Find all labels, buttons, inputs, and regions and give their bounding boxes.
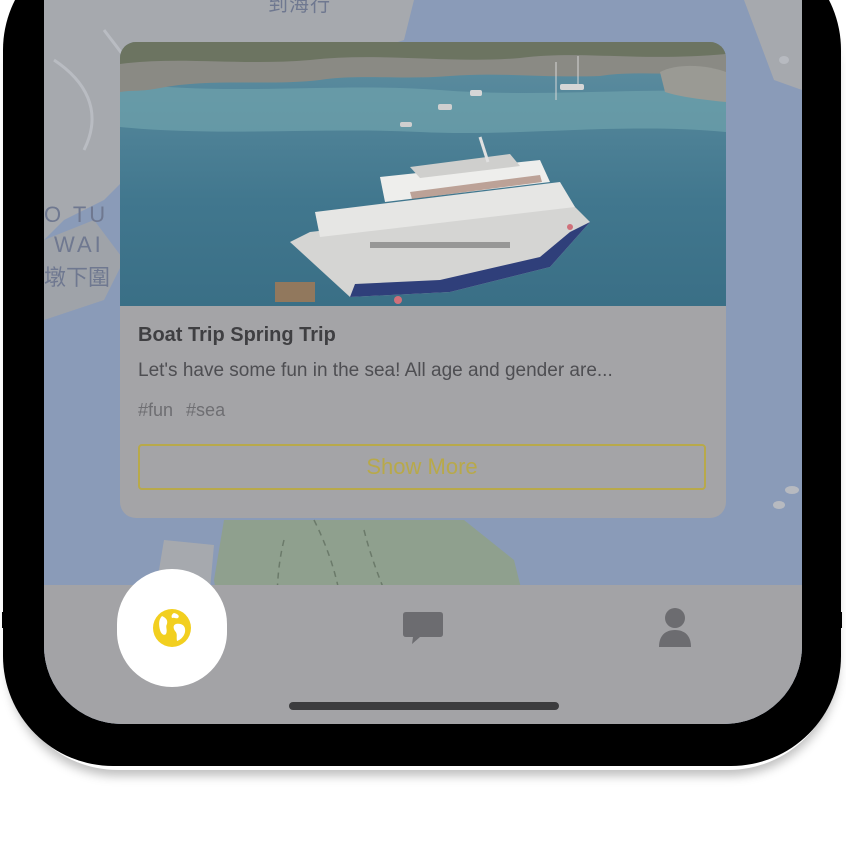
tab-messages[interactable]: [368, 573, 478, 683]
phone-side-button: [836, 612, 842, 628]
map-label: 墩下圍: [44, 265, 111, 290]
show-more-button[interactable]: Show More: [138, 444, 706, 490]
tag[interactable]: #fun: [138, 400, 173, 421]
phone-side-button: [2, 612, 6, 628]
event-description: Let's have some fun in the sea! All age …: [138, 360, 613, 381]
map-label: O TU: [44, 202, 109, 227]
map-label: 到海行: [268, 0, 331, 16]
screen: 到海行 O TU WAI 墩下圍 Google: [44, 0, 802, 724]
tab-profile[interactable]: [620, 573, 730, 683]
map-label: WAI: [54, 232, 104, 257]
event-card[interactable]: Boat Trip Spring Trip Let's have some fu…: [120, 42, 726, 518]
event-title: Boat Trip Spring Trip: [138, 324, 336, 346]
user-icon: [659, 608, 691, 647]
globe-icon: [153, 609, 191, 647]
boat-trip-photo: [120, 42, 726, 306]
tag[interactable]: #sea: [186, 400, 225, 421]
home-indicator: [289, 702, 559, 710]
event-tags: #fun #sea: [138, 400, 225, 421]
chat-bubble-icon: [403, 612, 443, 644]
tab-explore[interactable]: [117, 573, 227, 683]
